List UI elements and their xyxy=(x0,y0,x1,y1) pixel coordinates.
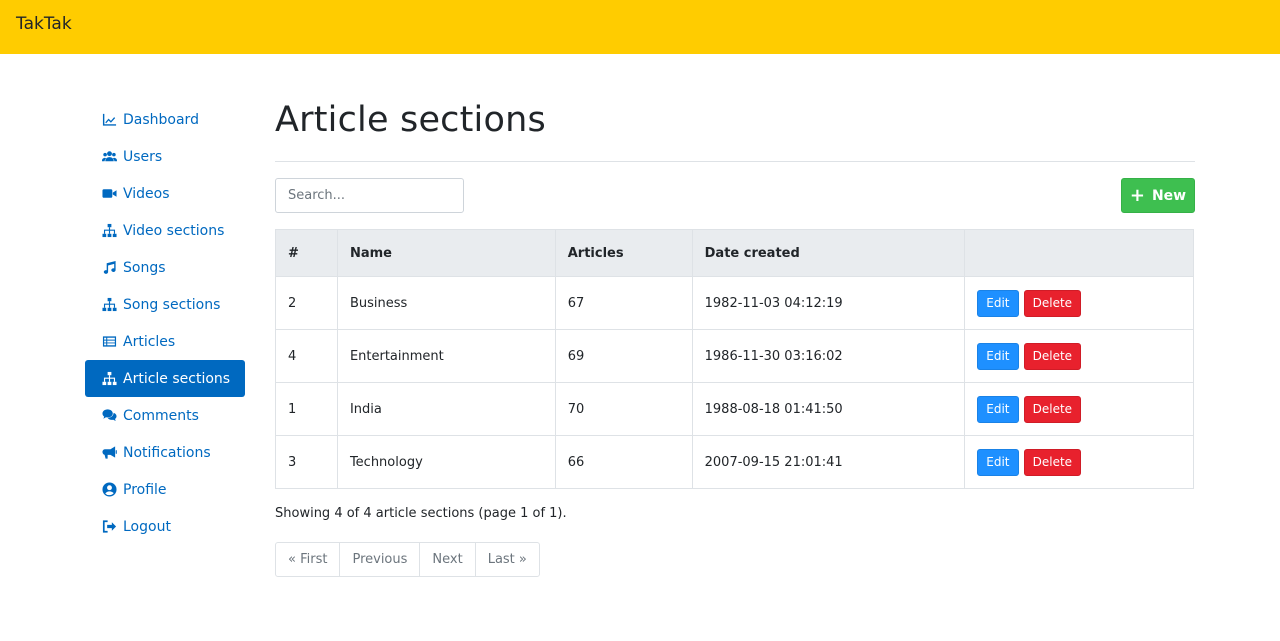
table-row: 2 Business 67 1982-11-03 04:12:19 Edit D… xyxy=(275,276,1194,330)
user-circle-icon xyxy=(101,482,117,498)
sidebar-item-video-sections[interactable]: Video sections xyxy=(85,212,245,249)
sidebar-item-label: Songs xyxy=(123,259,166,276)
column-header-name[interactable]: Name xyxy=(336,229,556,277)
cell-id: 3 xyxy=(275,435,338,489)
pagination-last[interactable]: Last » xyxy=(474,543,539,576)
cell-date-created: 1982-11-03 04:12:19 xyxy=(691,276,966,330)
cell-name: Business xyxy=(336,276,556,330)
cell-date-created: 2007-09-15 21:01:41 xyxy=(691,435,966,489)
chart-line-icon xyxy=(101,112,117,128)
sidebar-item-label: Articles xyxy=(123,333,176,350)
cell-actions: Edit Delete xyxy=(964,276,1194,330)
sidebar-item-comments[interactable]: Comments xyxy=(85,397,245,434)
sitemap-icon xyxy=(101,371,117,387)
delete-button[interactable]: Delete xyxy=(1023,395,1082,423)
delete-button[interactable]: Delete xyxy=(1023,342,1082,370)
cell-actions: Edit Delete xyxy=(964,382,1194,436)
pagination-next[interactable]: Next xyxy=(419,543,474,576)
search-input[interactable] xyxy=(275,178,464,213)
table-header-row: # Name Articles Date created xyxy=(275,229,1194,277)
cell-date-created: 1988-08-18 01:41:50 xyxy=(691,382,966,436)
cell-name: India xyxy=(336,382,556,436)
cell-articles: 66 xyxy=(554,435,693,489)
cell-actions: Edit Delete xyxy=(964,435,1194,489)
video-icon xyxy=(101,186,117,202)
column-header-actions xyxy=(964,229,1194,277)
column-header-articles[interactable]: Articles xyxy=(554,229,693,277)
comments-icon xyxy=(101,408,117,424)
sidebar-item-label: Song sections xyxy=(123,296,221,313)
edit-button[interactable]: Edit xyxy=(977,342,1019,370)
title-divider xyxy=(275,161,1195,162)
list-icon xyxy=(101,334,117,350)
cell-name: Entertainment xyxy=(336,329,556,383)
sidebar-item-profile[interactable]: Profile xyxy=(85,471,245,508)
sidebar-item-label: Logout xyxy=(123,518,171,535)
cell-date-created: 1986-11-30 03:16:02 xyxy=(691,329,966,383)
table-row: 1 India 70 1988-08-18 01:41:50 Edit Dele… xyxy=(275,382,1194,436)
cell-id: 2 xyxy=(275,276,338,330)
cell-name: Technology xyxy=(336,435,556,489)
cell-id: 4 xyxy=(275,329,338,383)
cell-id: 1 xyxy=(275,382,338,436)
sidebar-item-label: Notifications xyxy=(123,444,211,461)
cell-articles: 70 xyxy=(554,382,693,436)
sidebar-item-songs[interactable]: Songs xyxy=(85,249,245,286)
edit-button[interactable]: Edit xyxy=(977,289,1019,317)
new-button-label: New xyxy=(1151,187,1187,204)
sidebar-item-label: Users xyxy=(123,148,163,165)
table-row: 3 Technology 66 2007-09-15 21:01:41 Edit… xyxy=(275,435,1194,489)
sidebar-nav: Dashboard Users Videos Video sections So… xyxy=(85,101,245,545)
table-row: 4 Entertainment 69 1986-11-30 03:16:02 E… xyxy=(275,329,1194,383)
sidebar-item-videos[interactable]: Videos xyxy=(85,175,245,212)
results-summary: Showing 4 of 4 article sections (page 1 … xyxy=(275,506,567,521)
sidebar-item-label: Videos xyxy=(123,185,170,202)
sidebar-item-label: Article sections xyxy=(123,370,231,387)
cell-articles: 69 xyxy=(554,329,693,383)
cell-actions: Edit Delete xyxy=(964,329,1194,383)
sidebar-item-label: Video sections xyxy=(123,222,225,239)
column-header-date-created[interactable]: Date created xyxy=(691,229,966,277)
page-title: Article sections xyxy=(275,100,546,140)
column-header-id[interactable]: # xyxy=(275,229,338,277)
music-icon xyxy=(101,260,117,276)
sidebar-item-users[interactable]: Users xyxy=(85,138,245,175)
plus-icon: + xyxy=(1129,184,1145,206)
edit-button[interactable]: Edit xyxy=(977,448,1019,476)
users-icon xyxy=(101,149,117,165)
bullhorn-icon xyxy=(101,445,117,461)
sidebar-item-notifications[interactable]: Notifications xyxy=(85,434,245,471)
sidebar-item-articles[interactable]: Articles xyxy=(85,323,245,360)
sidebar-item-song-sections[interactable]: Song sections xyxy=(85,286,245,323)
sidebar-item-article-sections[interactable]: Article sections xyxy=(85,360,245,397)
edit-button[interactable]: Edit xyxy=(977,395,1019,423)
sections-table: # Name Articles Date created 2 Business … xyxy=(275,229,1194,489)
delete-button[interactable]: Delete xyxy=(1023,289,1082,317)
pagination: « First Previous Next Last » xyxy=(275,542,540,577)
delete-button[interactable]: Delete xyxy=(1023,448,1082,476)
pagination-previous[interactable]: Previous xyxy=(339,543,419,576)
top-navbar: TakTak xyxy=(0,0,1280,54)
sign-out-icon xyxy=(101,519,117,535)
sidebar-item-logout[interactable]: Logout xyxy=(85,508,245,545)
new-button[interactable]: + New xyxy=(1121,178,1195,213)
cell-articles: 67 xyxy=(554,276,693,330)
sidebar-item-dashboard[interactable]: Dashboard xyxy=(85,101,245,138)
sitemap-icon xyxy=(101,223,117,239)
pagination-first[interactable]: « First xyxy=(276,543,339,576)
sitemap-icon xyxy=(101,297,117,313)
sidebar-item-label: Comments xyxy=(123,407,199,424)
sidebar-item-label: Profile xyxy=(123,481,167,498)
brand-logo-link[interactable]: TakTak xyxy=(16,14,72,34)
sidebar-item-label: Dashboard xyxy=(123,111,199,128)
